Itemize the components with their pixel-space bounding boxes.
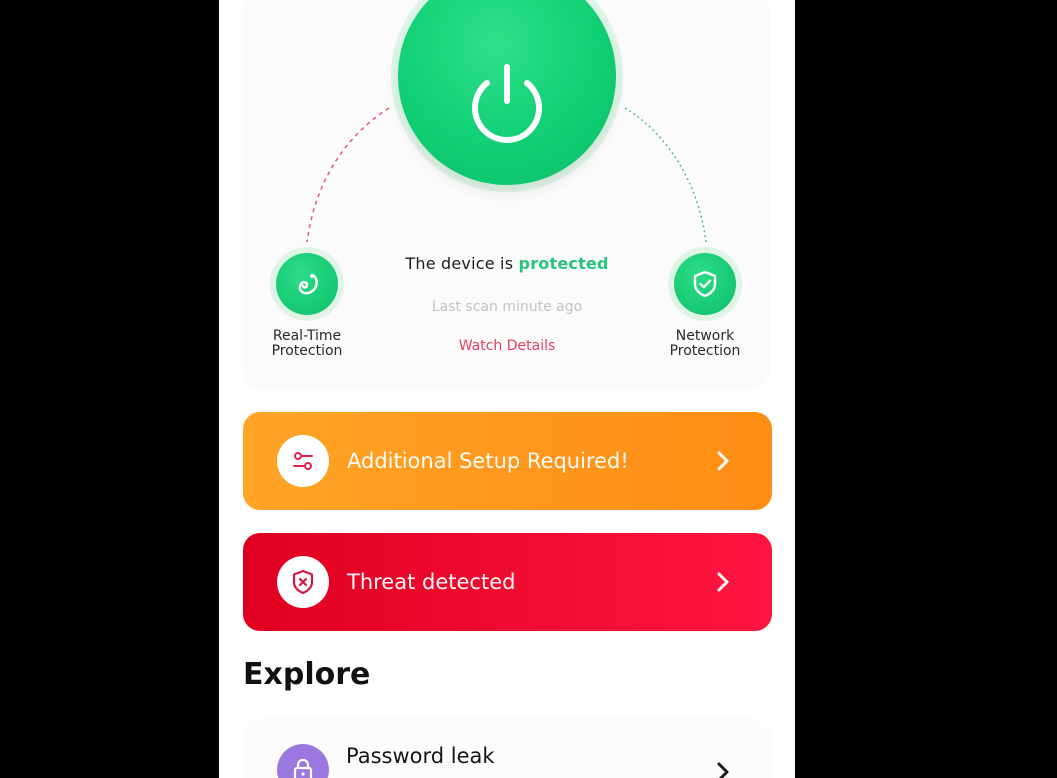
additional-setup-alert[interactable]: Additional Setup Required! bbox=[243, 412, 772, 510]
last-scan-text: Last scan minute ago bbox=[431, 299, 583, 315]
right-connector bbox=[624, 107, 707, 243]
realtime-icon bbox=[298, 273, 318, 295]
device-status-text: The device is protected bbox=[219, 254, 795, 273]
threat-alert-label: Threat detected bbox=[347, 570, 516, 594]
watch-details-link[interactable]: Watch Details bbox=[219, 338, 795, 354]
password-leak-icon-circle bbox=[277, 744, 329, 778]
status-prefix: The device is bbox=[405, 254, 514, 273]
explore-heading: Explore bbox=[243, 657, 371, 692]
chevron-right-icon bbox=[717, 451, 729, 471]
password-leak-title: Password leak bbox=[346, 744, 495, 768]
setup-icon-circle bbox=[277, 435, 329, 487]
app-screen: Real-Time Protection Network Protection … bbox=[219, 0, 795, 778]
password-leak-card[interactable]: Password leak bbox=[243, 718, 772, 778]
setup-alert-label: Additional Setup Required! bbox=[347, 449, 629, 473]
status-state: protected bbox=[518, 254, 609, 273]
shield-check-icon bbox=[693, 270, 717, 298]
shield-x-icon bbox=[292, 569, 314, 595]
sliders-icon bbox=[293, 452, 313, 470]
threat-icon-circle bbox=[277, 556, 329, 608]
threat-detected-alert[interactable]: Threat detected bbox=[243, 533, 772, 631]
chevron-right-icon bbox=[717, 572, 729, 592]
chevron-right-icon bbox=[717, 762, 729, 778]
lock-icon bbox=[293, 758, 313, 778]
power-icon bbox=[472, 64, 542, 143]
left-connector bbox=[306, 107, 390, 243]
